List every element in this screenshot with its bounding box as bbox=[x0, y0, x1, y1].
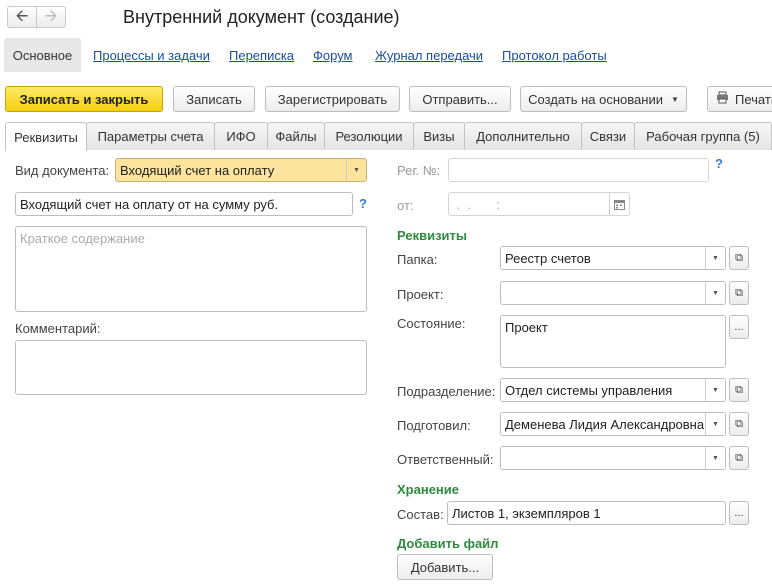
create-based-label: Создать на основании bbox=[528, 91, 663, 107]
date-field[interactable]: . . : bbox=[448, 192, 630, 216]
department-field[interactable]: Отдел системы управления ▼ bbox=[500, 378, 726, 402]
section-link-work-log[interactable]: Протокол работы bbox=[502, 48, 607, 63]
reg-no-field[interactable] bbox=[448, 158, 709, 182]
add-file-button[interactable]: Добавить... bbox=[397, 554, 493, 580]
dropdown-icon[interactable]: ▼ bbox=[705, 413, 725, 435]
summary-placeholder: Краткое содержание bbox=[20, 231, 145, 246]
print-button[interactable]: Печать bbox=[707, 86, 772, 112]
forward-button[interactable]: 🡪 bbox=[36, 6, 66, 28]
add-file-title: Добавить файл bbox=[397, 536, 499, 551]
calendar-icon[interactable] bbox=[609, 193, 629, 215]
date-mask: . . : bbox=[453, 196, 500, 212]
department-label: Подразделение: bbox=[397, 384, 496, 399]
section-link-forum[interactable]: Форум bbox=[313, 48, 353, 63]
from-label: от: bbox=[397, 198, 414, 213]
print-label: Печать bbox=[735, 91, 772, 107]
composition-value: Листов 1, экземпляров 1 bbox=[452, 505, 601, 521]
select-ellipsis-button[interactable]: ... bbox=[729, 315, 749, 339]
folder-field[interactable]: Реестр счетов ▼ bbox=[500, 246, 726, 270]
section-link-transfer-log[interactable]: Журнал передачи bbox=[375, 48, 483, 63]
tab-resolutions[interactable]: Резолюции bbox=[324, 122, 414, 150]
help-icon[interactable]: ? bbox=[359, 196, 367, 211]
select-ellipsis-button[interactable]: ... bbox=[729, 501, 749, 525]
composition-label: Состав: bbox=[397, 507, 444, 522]
dropdown-icon[interactable]: ▼ bbox=[705, 282, 725, 304]
arrow-right-icon: 🡪 bbox=[44, 8, 58, 25]
form-tabs: Реквизиты Параметры счета ИФО Файлы Резо… bbox=[5, 122, 772, 151]
doc-type-value: Входящий счет на оплату bbox=[120, 162, 275, 178]
comment-textarea[interactable] bbox=[15, 340, 367, 395]
doc-title-value: Входящий счет на оплату от на сумму руб. bbox=[20, 196, 279, 212]
save-button[interactable]: Записать bbox=[173, 86, 255, 112]
open-icon[interactable]: ⧉ bbox=[729, 281, 749, 305]
tab-links[interactable]: Связи bbox=[581, 122, 635, 150]
storage-title: Хранение bbox=[397, 482, 459, 497]
section-links: Основное Процессы и задачи Переписка Фор… bbox=[0, 38, 772, 72]
comment-label: Комментарий: bbox=[15, 321, 101, 336]
window-title: Внутренний документ (создание) bbox=[123, 7, 400, 27]
folder-label: Папка: bbox=[397, 252, 438, 267]
dropdown-icon[interactable]: ▼ bbox=[705, 379, 725, 401]
responsible-field[interactable]: ▼ bbox=[500, 446, 726, 470]
project-label: Проект: bbox=[397, 287, 444, 302]
send-button[interactable]: Отправить... bbox=[409, 86, 511, 112]
printer-icon bbox=[716, 91, 729, 107]
register-button[interactable]: Зарегистрировать bbox=[265, 86, 400, 112]
open-icon[interactable]: ⧉ bbox=[729, 412, 749, 436]
section-link-correspondence[interactable]: Переписка bbox=[229, 48, 294, 63]
save-close-button[interactable]: Записать и закрыть bbox=[5, 86, 163, 112]
composition-field[interactable]: Листов 1, экземпляров 1 bbox=[447, 501, 726, 525]
folder-value: Реестр счетов bbox=[505, 250, 591, 266]
prepared-value: Деменева Лидия Александровна bbox=[505, 416, 705, 432]
section-link-processes[interactable]: Процессы и задачи bbox=[93, 48, 210, 63]
doc-type-field[interactable]: Входящий счет на оплату ▼ bbox=[115, 158, 367, 182]
tab-work-group[interactable]: Рабочая группа (5) bbox=[634, 122, 772, 150]
state-field[interactable]: Проект bbox=[500, 315, 726, 368]
open-icon[interactable]: ⧉ bbox=[729, 246, 749, 270]
arrow-left-icon: 🡨 bbox=[15, 8, 29, 25]
dropdown-icon[interactable]: ▼ bbox=[705, 247, 725, 269]
tab-invoice-params[interactable]: Параметры счета bbox=[86, 122, 215, 150]
open-icon[interactable]: ⧉ bbox=[729, 446, 749, 470]
open-icon[interactable]: ⧉ bbox=[729, 378, 749, 402]
section-main[interactable]: Основное bbox=[4, 38, 81, 72]
project-field[interactable]: ▼ bbox=[500, 281, 726, 305]
create-based-button[interactable]: Создать на основании ▼ bbox=[520, 86, 687, 112]
dropdown-icon[interactable]: ▼ bbox=[346, 159, 366, 181]
doc-type-label: Вид документа: bbox=[15, 163, 110, 178]
prepared-label: Подготовил: bbox=[397, 418, 471, 433]
summary-textarea[interactable]: Краткое содержание bbox=[15, 226, 367, 312]
state-label: Состояние: bbox=[397, 316, 466, 331]
tab-visas[interactable]: Визы bbox=[413, 122, 465, 150]
dropdown-triangle-icon: ▼ bbox=[670, 94, 679, 104]
responsible-label: Ответственный: bbox=[397, 452, 494, 467]
help-icon[interactable]: ? bbox=[715, 156, 723, 171]
tab-files[interactable]: Файлы bbox=[267, 122, 325, 150]
dropdown-icon[interactable]: ▼ bbox=[705, 447, 725, 469]
department-value: Отдел системы управления bbox=[505, 382, 673, 398]
requisites-title: Реквизиты bbox=[397, 228, 467, 243]
tab-requisites[interactable]: Реквизиты bbox=[5, 122, 87, 151]
back-button[interactable]: 🡨 bbox=[7, 6, 37, 28]
tab-additional[interactable]: Дополнительно bbox=[464, 122, 582, 150]
prepared-field[interactable]: Деменева Лидия Александровна ▼ bbox=[500, 412, 726, 436]
doc-title-field[interactable]: Входящий счет на оплату от на сумму руб. bbox=[15, 192, 353, 216]
reg-no-label: Рег. №: bbox=[397, 163, 441, 178]
state-value: Проект bbox=[505, 320, 548, 335]
tab-ifo[interactable]: ИФО bbox=[214, 122, 268, 150]
